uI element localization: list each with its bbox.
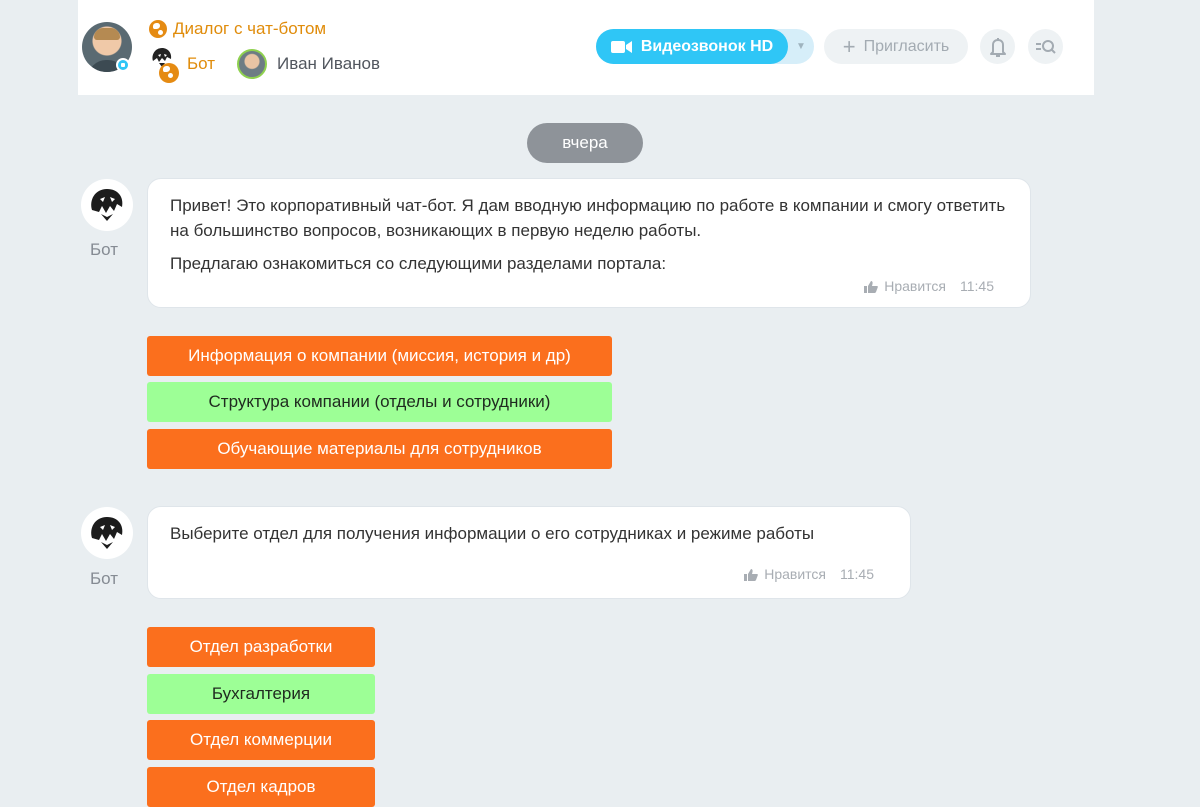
message-meta: Нравится 11:45 (744, 562, 874, 587)
bot-avatar[interactable] (81, 507, 133, 559)
message-text: Предлагаю ознакомиться со следующими раз… (170, 254, 667, 273)
keyboard-button-company-info[interactable]: Информация о компании (миссия, история и… (147, 336, 612, 376)
user-participant-name[interactable]: Иван Иванов (277, 54, 380, 74)
invite-button[interactable]: + Пригласить (824, 29, 968, 64)
bell-icon (989, 37, 1006, 57)
user-participant-avatar[interactable] (237, 49, 268, 79)
globe-icon (159, 63, 179, 83)
search-messages-button[interactable] (1028, 29, 1063, 64)
bot-avatar[interactable] (81, 179, 133, 231)
dialog-title[interactable]: Диалог с чат-ботом (149, 19, 326, 39)
search-list-icon (1035, 39, 1056, 54)
bot-participant-name[interactable]: Бот (187, 54, 215, 74)
bot-participant-avatar[interactable] (149, 45, 179, 83)
keyboard-button-development[interactable]: Отдел разработки (147, 627, 375, 667)
chat-header: Диалог с чат-ботом Бот Иван Иванов Видео… (78, 0, 1094, 95)
chevron-down-icon[interactable]: ▼ (788, 29, 814, 64)
like-icon[interactable] (864, 280, 879, 293)
video-call-button[interactable]: Видеозвонок HD (596, 29, 788, 64)
message-time: 11:45 (840, 566, 874, 582)
message-text: Привет! Это корпоративный чат-бот. Я дам… (170, 196, 1006, 240)
participants-list: Бот Иван Иванов (149, 44, 380, 84)
notifications-button[interactable] (980, 29, 1015, 64)
globe-icon (149, 20, 167, 38)
message-text: Выберите отдел для получения информации … (170, 524, 815, 543)
video-call-control: Видеозвонок HD ▼ (596, 29, 814, 64)
message-time: 11:45 (960, 278, 994, 294)
like-label[interactable]: Нравится (884, 274, 946, 299)
dialog-title-text: Диалог с чат-ботом (173, 19, 327, 38)
video-call-label: Видеозвонок HD (640, 37, 774, 55)
like-icon[interactable] (744, 568, 759, 581)
message-bubble: Привет! Это корпоративный чат-бот. Я дам… (147, 178, 1031, 308)
date-separator: вчера (527, 123, 643, 163)
plus-icon: + (842, 33, 856, 59)
keyboard-button-hr[interactable]: Отдел кадров (147, 767, 375, 807)
keyboard-button-training-materials[interactable]: Обучающие материалы для сотрудников (147, 429, 612, 469)
lion-icon (91, 517, 123, 549)
lion-icon (91, 189, 123, 221)
message-meta: Нравится 11:45 (864, 274, 994, 299)
like-label[interactable]: Нравится (764, 562, 826, 587)
message-author: Бот (90, 569, 119, 588)
invite-label: Пригласить (863, 37, 950, 55)
message-bubble: Выберите отдел для получения информации … (147, 506, 911, 599)
keyboard-button-commerce[interactable]: Отдел коммерции (147, 720, 375, 760)
online-status-icon (116, 58, 130, 72)
camera-icon (610, 40, 632, 53)
keyboard-button-company-structure[interactable]: Структура компании (отделы и сотрудники) (147, 382, 612, 422)
message-author: Бот (90, 240, 119, 259)
keyboard-button-accounting[interactable]: Бухгалтерия (147, 674, 375, 714)
